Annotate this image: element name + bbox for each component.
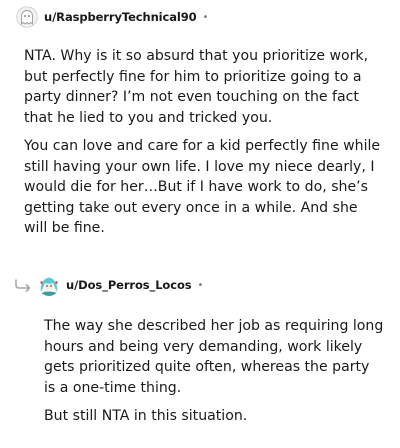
reply-header: u/Dos_Perros_Locos • bbox=[38, 273, 203, 297]
comment-paragraph: You can love and care for a kid perfectl… bbox=[24, 138, 381, 236]
comment-header: u/RaspberryTechnical90 • bbox=[16, 5, 208, 29]
comment-paragraph: NTA. Why is it so absurd that you priori… bbox=[24, 48, 369, 126]
anime-character-avatar-icon[interactable] bbox=[38, 274, 60, 296]
reply-paragraph: But still NTA in this situation. bbox=[44, 408, 248, 424]
reply-author-username[interactable]: u/Dos_Perros_Locos bbox=[66, 278, 192, 292]
comment-author-username[interactable]: u/RaspberryTechnical90 bbox=[44, 10, 197, 24]
separator-dot: • bbox=[197, 279, 204, 291]
default-ghost-avatar-icon[interactable] bbox=[16, 6, 38, 28]
comment-body: NTA. Why is it so absurd that you priori… bbox=[24, 46, 384, 239]
reply-paragraph: The way she described her job as requiri… bbox=[44, 318, 384, 396]
reply-body: The way she described her job as requiri… bbox=[44, 316, 384, 427]
reply-arrow-icon bbox=[14, 278, 34, 297]
separator-dot: • bbox=[202, 11, 209, 23]
